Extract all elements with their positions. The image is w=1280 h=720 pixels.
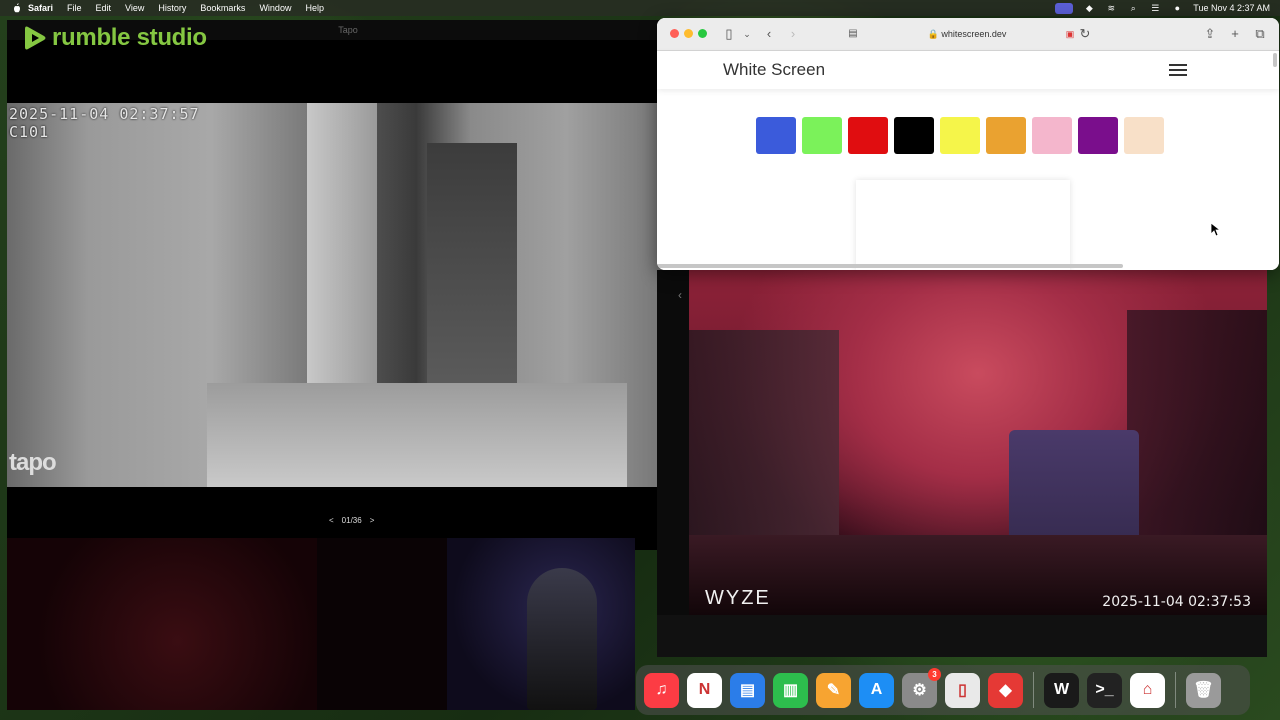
color-swatch[interactable]: [756, 117, 796, 154]
hamburger-menu-icon[interactable]: [1169, 64, 1187, 76]
dock-anydesk-icon[interactable]: ◆: [988, 672, 1023, 708]
share-icon[interactable]: ⇪: [1202, 26, 1218, 42]
safari-page: White Screen: [657, 51, 1279, 270]
dock-keynote-icon[interactable]: ▤: [730, 672, 765, 708]
close-window-button[interactable]: [670, 29, 679, 38]
pager-prev-button[interactable]: <: [329, 516, 334, 525]
menu-bar: Safari File Edit View History Bookmarks …: [0, 0, 1280, 16]
camera-thumbnail-strip: [7, 538, 635, 710]
sidebar-icon[interactable]: ▯: [721, 26, 737, 42]
minimize-window-button[interactable]: [684, 29, 693, 38]
new-tab-icon[interactable]: +: [1227, 26, 1243, 42]
menubar-clock[interactable]: Tue Nov 4 2:37 AM: [1193, 3, 1270, 13]
white-screen-preview[interactable]: [856, 180, 1070, 270]
apple-icon[interactable]: [12, 3, 22, 13]
menu-bookmarks[interactable]: Bookmarks: [200, 3, 245, 13]
tapo-timestamp-date: 2025-11-04 02:37:57: [9, 105, 200, 123]
hallway-shape: [427, 143, 517, 403]
wyze-timestamp: 2025-11-04 02:37:53: [1102, 594, 1251, 610]
wyze-camera-feed[interactable]: WYZE 2025-11-04 02:37:53: [689, 270, 1267, 615]
figure-shape: [527, 568, 597, 710]
dock-app-store-icon[interactable]: A: [859, 672, 894, 708]
search-icon[interactable]: ⌕: [1127, 3, 1139, 13]
dock-home-icon[interactable]: ⌂: [1130, 672, 1165, 708]
color-swatch[interactable]: [848, 117, 888, 154]
dock-separator: [1033, 672, 1034, 708]
color-swatch[interactable]: [986, 117, 1026, 154]
url-text: whitescreen.dev: [941, 29, 1007, 39]
wyze-controls-bar: [657, 615, 1267, 657]
menu-app-safari[interactable]: Safari: [28, 3, 53, 13]
pager-next-button[interactable]: >: [370, 516, 375, 525]
color-swatch[interactable]: [940, 117, 980, 154]
screen-share-icon[interactable]: [1055, 2, 1074, 14]
feed-pager: < 01/36 >: [329, 516, 374, 525]
color-swatch[interactable]: [1078, 117, 1118, 154]
mouse-cursor-icon: [1211, 223, 1221, 237]
safari-window: ▯ ⌄ ‹ › ▤ 🔒 whitescreen.dev ▣ ↻ ⇪ + ⧉ Wh…: [657, 18, 1279, 270]
tab-overview-icon[interactable]: ⧉: [1252, 26, 1268, 42]
dock-trash-icon[interactable]: 🗑: [1186, 672, 1221, 708]
site-title[interactable]: White Screen: [723, 60, 825, 80]
camera-thumbnail-left[interactable]: [7, 538, 317, 710]
wyze-logo: WYZE: [705, 587, 771, 609]
tapo-camera-feed[interactable]: 2025-11-04 02:37:57 C101 tapo: [7, 103, 689, 487]
menu-view[interactable]: View: [125, 3, 144, 13]
chevron-left-icon[interactable]: ‹: [678, 288, 682, 302]
tapo-camera-id: C101: [9, 123, 50, 141]
dock-news-icon[interactable]: N: [687, 672, 722, 708]
wyze-side-panel: [657, 270, 689, 615]
audio-icon[interactable]: ◆: [1083, 3, 1095, 13]
dock-wyze-app-icon[interactable]: W: [1044, 672, 1079, 708]
menu-help[interactable]: Help: [305, 3, 324, 13]
menu-edit[interactable]: Edit: [96, 3, 112, 13]
user-icon[interactable]: ●: [1171, 3, 1183, 13]
dock-terminal-icon[interactable]: >_: [1087, 672, 1122, 708]
dock: ♫ N ▤ ▥ ✎ A ⚙ 3 ▯ ◆ W >_ ⌂ 🗑: [636, 665, 1250, 715]
tapo-timestamp: 2025-11-04 02:37:57 C101: [9, 105, 200, 141]
dock-system-settings-icon[interactable]: ⚙ 3: [902, 667, 941, 708]
color-swatch[interactable]: [894, 117, 934, 154]
horizontal-scrollbar[interactable]: [657, 264, 1123, 268]
dock-separator: [1175, 672, 1176, 708]
rumble-brand-text: rumble studio: [52, 24, 207, 51]
back-button[interactable]: ‹: [761, 26, 777, 42]
chevron-down-icon[interactable]: ⌄: [739, 26, 755, 42]
color-swatch[interactable]: [1124, 117, 1164, 154]
site-header: White Screen: [657, 51, 1279, 89]
dock-pages-icon[interactable]: ✎: [816, 672, 851, 708]
forward-button[interactable]: ›: [785, 26, 801, 42]
menu-history[interactable]: History: [158, 3, 186, 13]
rumble-icon: [25, 26, 46, 50]
notification-badge: 3: [928, 667, 941, 681]
menu-file[interactable]: File: [67, 3, 82, 13]
zoom-window-button[interactable]: [698, 29, 707, 38]
recording-icon[interactable]: ▣: [1062, 26, 1078, 42]
menu-window[interactable]: Window: [259, 3, 291, 13]
rumble-studio-logo: rumble studio: [22, 24, 207, 52]
reload-icon[interactable]: ↻: [1077, 26, 1093, 42]
dock-music-icon[interactable]: ♫: [644, 672, 679, 708]
address-bar[interactable]: 🔒 whitescreen.dev: [847, 25, 1087, 43]
color-swatch[interactable]: [802, 117, 842, 154]
dock-numbers-icon[interactable]: ▥: [773, 672, 808, 708]
color-swatch[interactable]: [1032, 117, 1072, 154]
floor-shape: [207, 383, 627, 487]
wifi-icon[interactable]: ≋: [1105, 3, 1117, 13]
lock-icon: 🔒: [927, 29, 939, 39]
dock-pdf-tool-icon[interactable]: ▯: [945, 672, 980, 708]
tapo-window: Tapo 2025-11-04 02:37:57 C101 tapo < 01/…: [7, 20, 689, 550]
vertical-scrollbar[interactable]: [1273, 53, 1277, 67]
control-center-icon[interactable]: ☰: [1149, 3, 1161, 13]
pager-label: 01/36: [341, 516, 362, 525]
safari-toolbar: ▯ ⌄ ‹ › ▤ 🔒 whitescreen.dev ▣ ↻ ⇪ + ⧉: [657, 18, 1279, 51]
color-swatch-row: [756, 117, 1164, 154]
tapo-watermark: tapo: [9, 449, 57, 476]
